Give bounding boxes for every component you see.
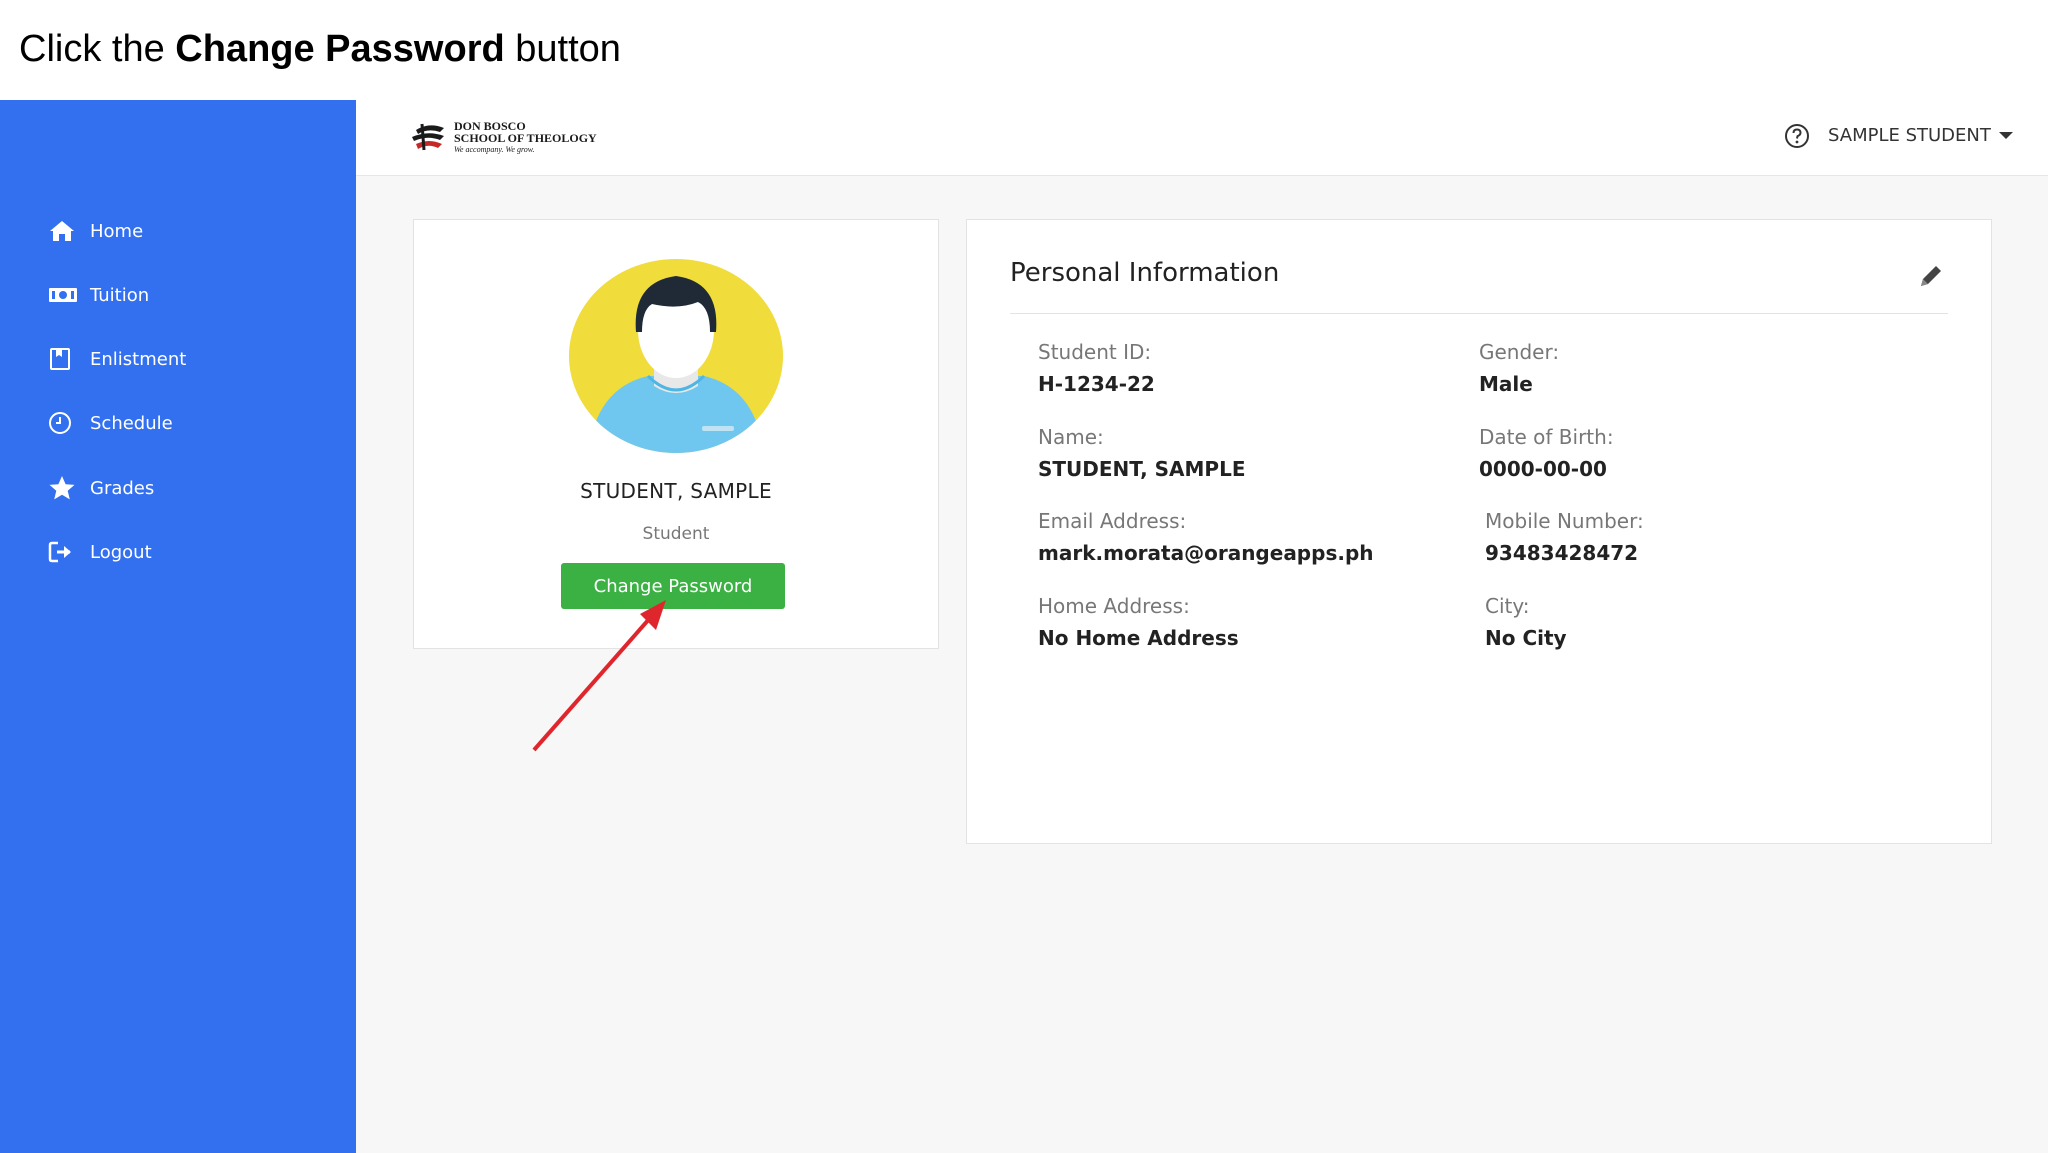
app-window: Home Tuition Enlistment Schedule Grades [0, 100, 2048, 1153]
star-icon [48, 475, 78, 501]
field-date-of-birth: Date of Birth: 0000-00-00 [1479, 425, 1614, 481]
field-student-id: Student ID: H-1234-22 [1038, 340, 1155, 396]
profile-name: STUDENT, SAMPLE [580, 479, 772, 503]
sidebar-item-schedule[interactable]: Schedule [48, 403, 173, 443]
field-value: No Home Address [1038, 626, 1239, 650]
sidebar-item-label: Logout [90, 541, 152, 563]
field-gender: Gender: Male [1479, 340, 1559, 396]
personal-info-card: Personal Information Student ID: H-1234-… [966, 219, 1992, 844]
field-value: mark.morata@orangeapps.ph [1038, 541, 1374, 565]
field-value: No City [1485, 626, 1567, 650]
chevron-down-icon [1998, 131, 2013, 139]
field-home-address: Home Address: No Home Address [1038, 594, 1239, 650]
change-password-button[interactable]: Change Password [561, 563, 785, 609]
field-label: Gender: [1479, 340, 1560, 364]
field-label: Mobile Number: [1485, 509, 1644, 533]
field-label: City: [1485, 594, 1530, 618]
logout-icon [48, 539, 78, 565]
sidebar-item-label: Tuition [90, 284, 150, 306]
sidebar-item-grades[interactable]: Grades [48, 468, 154, 508]
user-name: SAMPLE STUDENT [1828, 124, 1991, 146]
instruction-target: Change Password [175, 28, 505, 70]
field-label: Home Address: [1038, 594, 1190, 618]
school-emblem-icon [412, 123, 444, 151]
sidebar-item-home[interactable]: Home [48, 211, 143, 251]
field-city: City: No City [1485, 594, 1567, 650]
user-menu[interactable]: SAMPLE STUDENT [1828, 120, 2013, 150]
field-label: Date of Birth: [1479, 425, 1614, 449]
sidebar-item-label: Grades [90, 477, 155, 499]
bookmark-icon [48, 346, 78, 372]
section-title: Personal Information [1010, 258, 1280, 288]
clock-icon [48, 410, 78, 436]
school-logo[interactable]: DON BOSCO SCHOOL OF THEOLOGY We accompan… [410, 114, 630, 160]
sidebar-item-label: Enlistment [90, 348, 187, 370]
home-icon [48, 218, 78, 244]
divider [1010, 313, 1948, 314]
field-label: Student ID: [1038, 340, 1152, 364]
instruction-caption: Click the Change Password button [19, 18, 621, 80]
profile-role: Student [642, 524, 710, 544]
field-value: H-1234-22 [1038, 372, 1155, 396]
field-label: Email Address: [1038, 509, 1187, 533]
field-mobile-number: Mobile Number: 93483428472 [1485, 509, 1644, 565]
instruction-suffix: button [504, 28, 621, 70]
pencil-icon[interactable] [1917, 262, 1945, 290]
field-value: 93483428472 [1485, 541, 1639, 565]
sidebar: Home Tuition Enlistment Schedule Grades [0, 100, 356, 1153]
field-email-address: Email Address: mark.morata@orangeapps.ph [1038, 509, 1374, 565]
avatar [568, 258, 784, 454]
logo-tagline: We accompany. We grow. [454, 145, 535, 154]
field-name: Name: STUDENT, SAMPLE [1038, 425, 1246, 481]
field-value: 0000-00-00 [1479, 457, 1607, 481]
money-icon [48, 282, 78, 308]
field-value: STUDENT, SAMPLE [1038, 457, 1246, 481]
sidebar-item-label: Home [90, 220, 144, 242]
help-icon[interactable] [1784, 123, 1810, 149]
profile-card: STUDENT, SAMPLE Student Change Password [413, 219, 939, 649]
instruction-prefix: Click the [19, 28, 176, 70]
sidebar-item-enlistment[interactable]: Enlistment [48, 339, 186, 379]
field-value: Male [1479, 372, 1533, 396]
logo-line-2: SCHOOL OF THEOLOGY [454, 131, 597, 145]
sidebar-item-label: Schedule [90, 412, 173, 434]
sidebar-item-tuition[interactable]: Tuition [48, 275, 149, 315]
top-bar: DON BOSCO SCHOOL OF THEOLOGY We accompan… [356, 100, 2048, 176]
field-label: Name: [1038, 425, 1104, 449]
sidebar-item-logout[interactable]: Logout [48, 532, 152, 572]
